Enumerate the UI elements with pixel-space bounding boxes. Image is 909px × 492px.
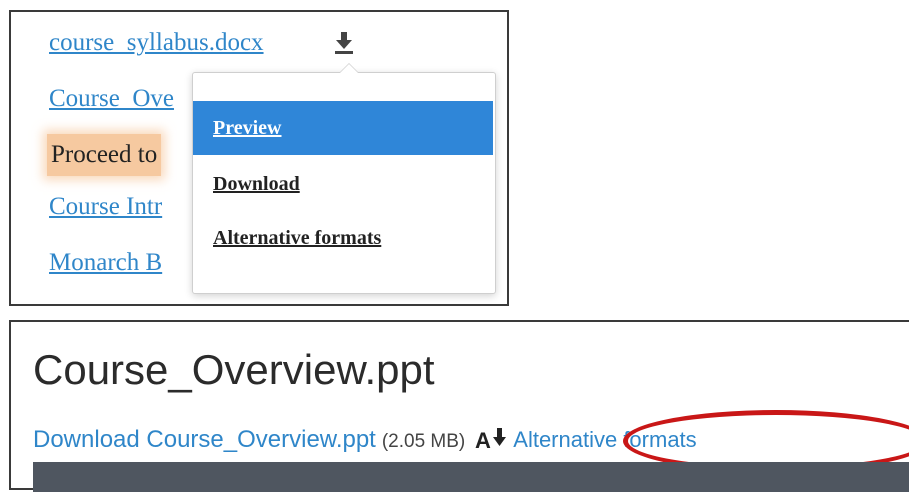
download-icon[interactable] xyxy=(333,30,355,56)
link-monarch[interactable]: Monarch B xyxy=(49,248,162,278)
alternative-formats-icon[interactable]: A xyxy=(475,427,509,451)
file-size: (2.05 MB) xyxy=(381,431,466,452)
file-options-dropdown: Preview Download Alternative formats xyxy=(192,63,496,294)
download-row: Download Course_Overview.ppt (2.05 MB) A … xyxy=(33,424,697,456)
highlighted-text-proceed: Proceed to xyxy=(47,134,162,176)
file-links-panel: course_syllabus.docx Course_Ove Proceed … xyxy=(9,10,509,306)
dropdown-caret xyxy=(339,63,359,73)
file-title: Course_Overview.ppt xyxy=(33,346,435,393)
menu-item-alternative-formats[interactable]: Alternative formats xyxy=(193,211,493,265)
menu-item-preview[interactable]: Preview xyxy=(193,101,493,155)
download-file-link[interactable]: Download Course_Overview.ppt xyxy=(33,426,376,453)
preview-toolbar xyxy=(33,462,909,492)
link-course-overview[interactable]: Course_Ove xyxy=(49,84,174,114)
alternative-formats-link[interactable]: Alternative formats xyxy=(513,427,696,452)
file-preview-panel: Course_Overview.ppt Download Course_Over… xyxy=(9,320,909,492)
svg-text:A: A xyxy=(475,428,491,451)
menu-item-download[interactable]: Download xyxy=(193,157,493,211)
link-course-intro[interactable]: Course Intr xyxy=(49,192,162,222)
file-link-course-syllabus[interactable]: course_syllabus.docx xyxy=(49,28,264,58)
